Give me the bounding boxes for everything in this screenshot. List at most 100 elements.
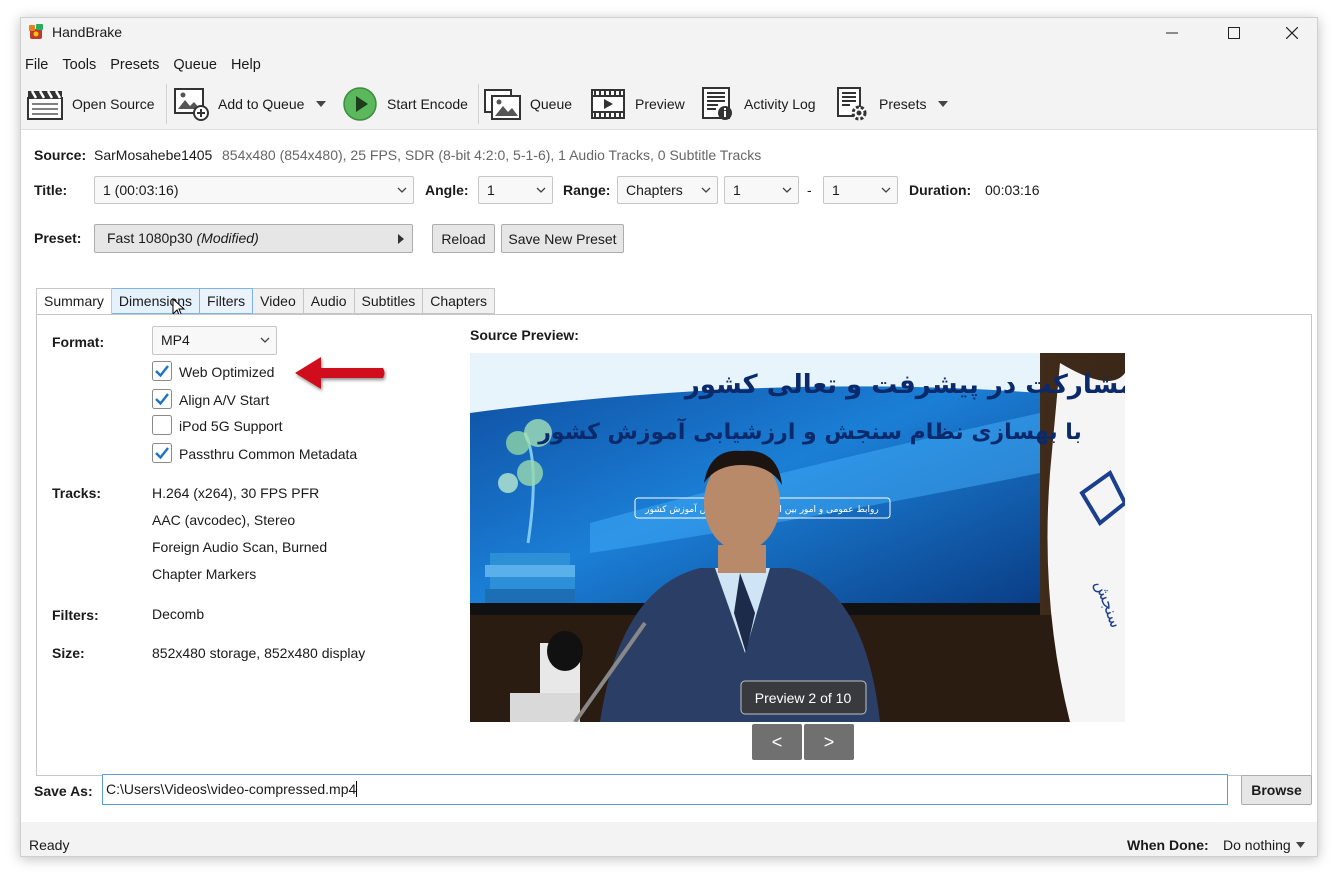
when-done-label: When Done: xyxy=(1127,837,1209,853)
start-encode-label: Start Encode xyxy=(387,96,468,112)
preset-modified: (Modified) xyxy=(196,230,259,246)
summary-panel: Format: MP4 Web Optimized Align A/V Star… xyxy=(36,314,1312,776)
presets-gear-icon xyxy=(833,85,871,123)
range-start-select[interactable]: 1 xyxy=(724,176,799,204)
chevron-down-icon[interactable] xyxy=(938,101,949,107)
tab-summary[interactable]: Summary xyxy=(36,288,112,315)
reload-button[interactable]: Reload xyxy=(432,224,495,253)
angle-select-value: 1 xyxy=(487,182,495,198)
preview-button[interactable]: Preview xyxy=(589,82,685,126)
tab-dimensions[interactable]: Dimensions xyxy=(111,288,201,314)
clapperboard-icon xyxy=(26,85,64,123)
preset-name: Fast 1080p30 xyxy=(107,230,193,246)
text-caret xyxy=(356,781,358,797)
open-source-label: Open Source xyxy=(72,96,155,112)
title-select-value: 1 (00:03:16) xyxy=(103,182,179,198)
presets-button[interactable]: Presets xyxy=(833,82,949,126)
range-end-value: 1 xyxy=(832,182,840,198)
handbrake-app-icon xyxy=(29,24,43,39)
open-source-button[interactable]: Open Source xyxy=(26,82,155,126)
preview-next-button[interactable]: > xyxy=(804,724,854,760)
title-label: Title: xyxy=(34,182,68,198)
when-done-select[interactable]: Do nothing xyxy=(1223,835,1305,855)
angle-select[interactable]: 1 xyxy=(478,176,553,204)
presets-label: Presets xyxy=(879,96,927,112)
status-bar: Ready When Done: Do nothing xyxy=(21,822,1317,856)
add-to-queue-button[interactable]: Add to Queue xyxy=(172,82,327,126)
minimize-button[interactable] xyxy=(1143,18,1201,48)
maximize-button[interactable] xyxy=(1205,18,1263,48)
menu-tools[interactable]: Tools xyxy=(57,54,104,76)
chevron-down-icon[interactable] xyxy=(316,101,327,107)
chevron-down-icon xyxy=(397,187,407,193)
preview-prev-button[interactable]: < xyxy=(752,724,802,760)
handbrake-window: HandBrake File Tools Presets Queue Help xyxy=(20,17,1318,857)
preset-selector[interactable]: Fast 1080p30 (Modified) xyxy=(94,224,413,253)
close-button[interactable] xyxy=(1263,18,1317,48)
filters-label: Filters: xyxy=(52,607,99,623)
menu-file[interactable]: File xyxy=(21,54,56,76)
toolbar-divider xyxy=(478,84,479,124)
track-subtitle: Foreign Audio Scan, Burned xyxy=(152,539,328,555)
range-end-select[interactable]: 1 xyxy=(823,176,898,204)
align-av-start-checkbox[interactable] xyxy=(152,389,172,409)
preview-banner-line1: مشارکت در پیشرفت و تعالی کشور xyxy=(683,370,1125,400)
red-arrow-annotation-icon xyxy=(295,357,385,389)
when-done-value: Do nothing xyxy=(1223,837,1291,853)
preview-banner-line2: با بهسازی نظام سنجش و ارزشیابی آموزش کشو… xyxy=(537,417,1082,445)
browse-button[interactable]: Browse xyxy=(1241,775,1312,805)
source-name: SarMosahebe1405 xyxy=(94,147,213,163)
save-new-preset-button[interactable]: Save New Preset xyxy=(501,224,624,253)
save-as-input[interactable]: C:\Users\Videos\video-compressed.mp4 xyxy=(102,774,1228,805)
main-content: Source: SarMosahebe1405 854x480 (854x480… xyxy=(21,129,1317,822)
passthru-metadata-checkbox[interactable] xyxy=(152,443,172,463)
menu-queue[interactable]: Queue xyxy=(168,54,225,76)
toolbar: Open Source Add to Queue Start Encode Qu… xyxy=(21,82,1317,126)
status-text: Ready xyxy=(29,837,70,853)
minimize-icon xyxy=(1166,32,1178,34)
queue-label: Queue xyxy=(530,96,573,112)
film-preview-icon xyxy=(589,85,627,123)
range-start-value: 1 xyxy=(733,182,741,198)
activity-log-label: Activity Log xyxy=(744,96,816,112)
menu-presets[interactable]: Presets xyxy=(105,54,167,76)
tab-audio[interactable]: Audio xyxy=(303,288,355,314)
tab-chapters[interactable]: Chapters xyxy=(423,288,496,314)
format-select[interactable]: MP4 xyxy=(152,326,277,355)
menu-help[interactable]: Help xyxy=(226,54,269,76)
settings-tabs: Summary Dimensions Filters Video Audio S… xyxy=(36,288,496,315)
start-encode-button[interactable]: Start Encode xyxy=(341,82,468,126)
add-to-queue-icon xyxy=(172,85,210,123)
tab-subtitles[interactable]: Subtitles xyxy=(354,288,424,314)
tracks-label: Tracks: xyxy=(52,485,102,501)
play-icon xyxy=(341,85,379,123)
title-select[interactable]: 1 (00:03:16) xyxy=(94,176,414,204)
save-as-value: C:\Users\Videos\video-compressed.mp4 xyxy=(106,781,357,797)
window-title: HandBrake xyxy=(52,24,123,40)
track-audio: AAC (avcodec), Stereo xyxy=(152,512,296,528)
tab-filters[interactable]: Filters xyxy=(200,288,254,314)
angle-label: Angle: xyxy=(425,182,469,198)
source-label: Source: xyxy=(34,147,87,163)
web-optimized-label: Web Optimized xyxy=(179,364,275,380)
queue-button[interactable]: Queue xyxy=(484,82,572,126)
preview-counter: Preview 2 of 10 xyxy=(755,690,852,706)
menu-bar: File Tools Presets Queue Help xyxy=(21,54,270,76)
ipod-5g-support-label: iPod 5G Support xyxy=(179,418,283,434)
filters-value: Decomb xyxy=(152,606,205,622)
save-as-label: Save As: xyxy=(34,783,93,799)
tab-video[interactable]: Video xyxy=(253,288,304,314)
chevron-down-icon xyxy=(536,187,546,193)
activity-log-button[interactable]: Activity Log xyxy=(698,82,816,126)
ipod-5g-support-checkbox[interactable] xyxy=(152,415,172,435)
chevron-down-icon xyxy=(1295,842,1305,848)
passthru-metadata-label: Passthru Common Metadata xyxy=(179,446,358,462)
range-type-select[interactable]: Chapters xyxy=(617,176,718,204)
title-bar: HandBrake xyxy=(21,18,1317,50)
chevron-down-icon xyxy=(782,187,792,193)
range-separator: - xyxy=(807,182,812,198)
track-chapters: Chapter Markers xyxy=(152,566,257,582)
align-av-start-label: Align A/V Start xyxy=(179,392,270,408)
format-label: Format: xyxy=(52,334,105,350)
web-optimized-checkbox[interactable] xyxy=(152,361,172,381)
